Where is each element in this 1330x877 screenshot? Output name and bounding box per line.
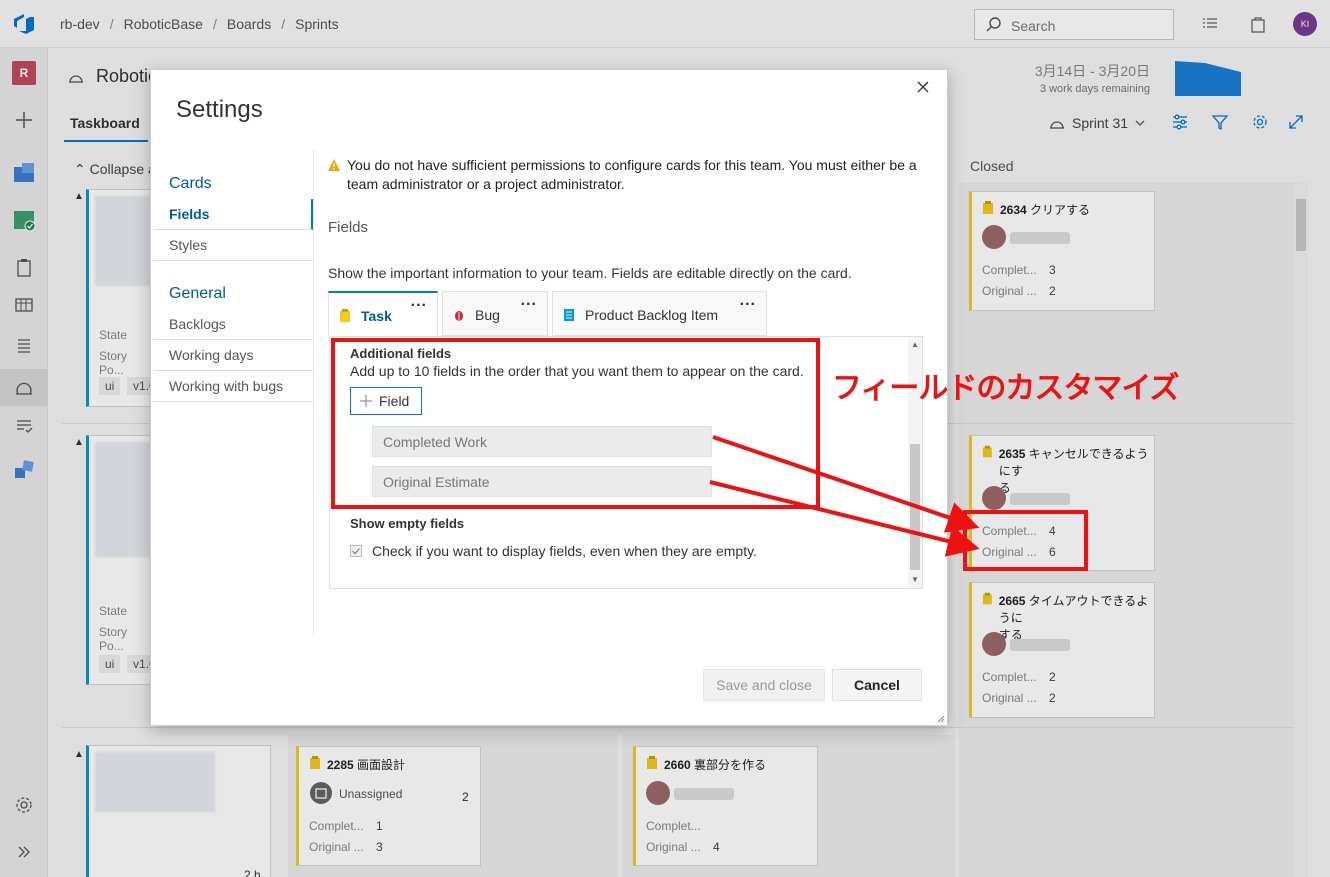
show-empty-fields-title: Show empty fields <box>350 516 465 531</box>
show-empty-fields-option[interactable]: Check if you want to display fields, eve… <box>350 543 757 559</box>
resize-grip-icon[interactable] <box>935 713 945 723</box>
section-title: Fields <box>328 219 369 236</box>
annotation-highlight-fields <box>331 338 820 509</box>
nav-item-fields[interactable]: Fields <box>153 199 313 230</box>
nav-item-styles[interactable]: Styles <box>153 230 313 261</box>
scroll-down-icon[interactable]: ▼ <box>911 575 919 584</box>
nav-divider <box>313 150 314 636</box>
show-empty-fields-label: Check if you want to display fields, eve… <box>372 543 757 559</box>
section-description: Show the important information to your t… <box>328 265 852 281</box>
cancel-button[interactable]: Cancel <box>832 669 922 701</box>
tab-label: Bug <box>475 307 500 323</box>
scrollbar-thumb[interactable] <box>910 444 920 570</box>
close-icon[interactable] <box>915 79 931 95</box>
annotation-highlight-card-fields <box>963 510 1088 571</box>
nav-item-working-with-bugs[interactable]: Working with bugs <box>153 371 313 402</box>
permission-warning: You do not have sufficient permissions t… <box>327 156 927 194</box>
more-options-icon[interactable]: ... <box>411 293 427 311</box>
nav-item-backlogs[interactable]: Backlogs <box>153 309 313 340</box>
nav-item-working-days[interactable]: Working days <box>153 340 313 371</box>
save-and-close-button[interactable]: Save and close <box>703 669 825 701</box>
tab-product-backlog-item[interactable]: Product Backlog Item ... <box>552 291 767 336</box>
annotation-label: フィールドのカスタマイズ <box>832 371 1179 406</box>
checkbox-checked-icon[interactable] <box>350 545 362 557</box>
more-options-icon[interactable]: ... <box>740 292 756 310</box>
nav-group-cards: Cards <box>169 175 212 192</box>
tab-label: Product Backlog Item <box>585 307 719 323</box>
warning-icon <box>328 159 340 171</box>
tab-bug[interactable]: Bug ... <box>442 291 548 336</box>
tab-task[interactable]: Task ... <box>328 291 438 336</box>
task-icon <box>340 309 350 322</box>
bug-icon <box>455 311 463 321</box>
tab-label: Task <box>361 308 392 324</box>
scroll-up-icon[interactable]: ▲ <box>911 340 919 349</box>
nav-group-general: General <box>169 285 226 302</box>
warning-text: You do not have sufficient permissions t… <box>347 157 917 192</box>
more-options-icon[interactable]: ... <box>521 292 537 310</box>
product-backlog-item-icon <box>564 309 574 321</box>
dialog-title: Settings <box>176 96 263 123</box>
